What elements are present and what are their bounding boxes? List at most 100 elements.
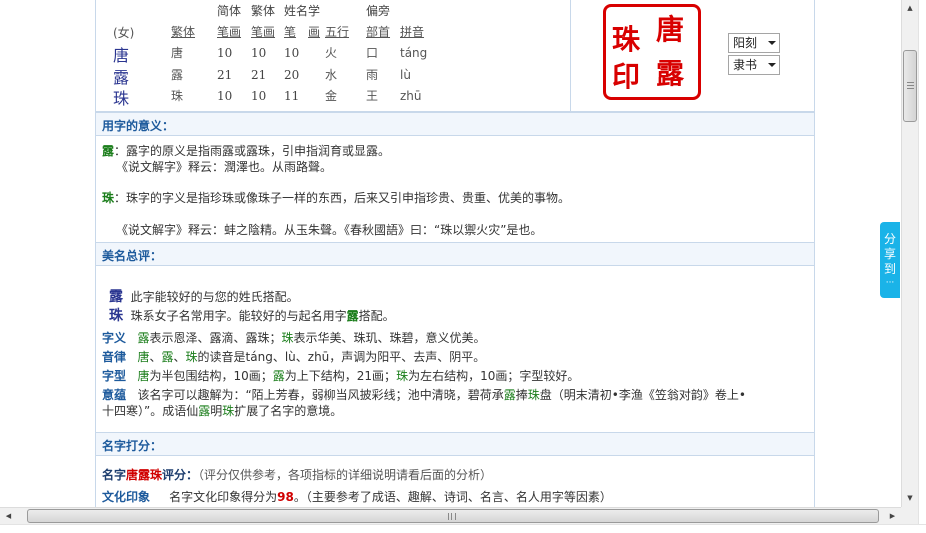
name-info-table: 简体 繁体 姓名学 偏旁 (女) 繁体 笔画 笔画 笔 画 五行 部首 拼音 唐… <box>96 0 814 112</box>
meaning-lu-line: 露：露字的原义是指雨露或露珠，引申指润育或显露。 <box>102 142 390 159</box>
review-ziyi-line: 字义 露表示恩泽、露滴、露珠；珠表示华美、珠玑、珠碧，意义优美。 <box>102 329 486 346</box>
review-section-header: 美名总评： <box>96 242 814 266</box>
carving-style-select[interactable]: 阳刻 <box>728 33 780 53</box>
meaning-zhu-text: ：珠字的字义是指珍珠或像珠子一样的东西，后来又引申指珍贵、贵重、优美的事物。 <box>114 191 571 205</box>
row-trad: 唐 <box>171 46 184 60</box>
col-xm-strokes-b: 画 <box>308 25 321 39</box>
col-pinyin: 拼音 <box>400 25 425 39</box>
row-pinyin: lù <box>400 68 411 82</box>
review-zixing-f: 为左右结构，10画；字型较好。 <box>408 369 580 383</box>
row-radical: 口 <box>366 46 379 60</box>
hl-char: 露 <box>137 331 150 345</box>
share-dots: ··· <box>885 278 895 288</box>
review-yinlv-d: 的读音是táng、lù、zhū，声调为阳平、去声、阴平。 <box>197 350 486 364</box>
row-simp-strokes: 10 <box>217 89 233 103</box>
col-xm-strokes-a: 笔 <box>284 25 297 39</box>
font-style-select[interactable]: 隶书 <box>728 55 780 75</box>
col-trad-strokes: 笔画 <box>251 25 276 39</box>
score-culture-pre: 名字文化印象得分为 <box>169 490 278 504</box>
header-simplified: 简体 <box>217 4 242 18</box>
header-traditional: 繁体 <box>251 4 276 18</box>
scroll-up-arrow-icon[interactable]: ▲ <box>902 0 918 17</box>
col-simp-strokes: 笔画 <box>217 25 242 39</box>
carving-style-value: 阳刻 <box>733 36 758 50</box>
review-yiyun-j: 扩展了名字的意境。 <box>234 404 343 418</box>
score-culture-line: 文化印象 名字文化印象得分为98。（主要参考了成语、趣解、诗词、名言、名人用字等… <box>102 488 612 505</box>
vertical-scroll-thumb[interactable] <box>903 50 917 122</box>
seal-char: 唐 <box>656 13 685 46</box>
row-pinyin: zhū <box>400 89 422 103</box>
row-trad-strokes: 10 <box>251 46 267 60</box>
row-simp-strokes: 10 <box>217 46 233 60</box>
review-zhu-line: 珠 珠系女子名常用字。能较好的与起名用字露搭配。 <box>109 305 395 325</box>
review-lu-text: 此字能较好的与您的姓氏搭配。 <box>130 290 299 304</box>
seal-char: 印 <box>612 60 641 93</box>
score-culture-label: 文化印象 <box>102 490 151 504</box>
chevron-down-icon <box>768 41 776 45</box>
vertical-scrollbar[interactable]: ▲ ▼ <box>901 0 918 507</box>
hl-char: 露 <box>198 404 211 418</box>
scroll-right-arrow-icon[interactable]: ▶ <box>884 508 901 525</box>
grip-icon <box>907 82 914 89</box>
row-wuxing: 火 <box>325 46 338 60</box>
review-zixing-line: 字型 唐为半包围结构，10画；露为上下结构，21画；珠为左右结构，10画；字型较… <box>102 367 579 384</box>
score-title-note: （评分仅供参考，各项指标的详细说明请看后面的分析） <box>198 468 493 482</box>
chevron-down-icon <box>768 63 776 67</box>
font-style-value: 隶书 <box>733 58 758 72</box>
meaning-zhu-char: 珠 <box>102 191 115 205</box>
scrollbar-corner <box>901 507 918 524</box>
hl-char: 唐 <box>137 369 150 383</box>
share-label: 分享到 <box>884 232 897 276</box>
name-seal-image: 唐 露 珠 印 <box>603 4 701 100</box>
review-lu-char: 露 <box>109 289 123 305</box>
meaning-lu-quote: 《说文解字》释云：潤澤也。从雨路聲。 <box>116 160 333 174</box>
hl-char: 露 <box>272 369 285 383</box>
score-culture-post: 。（主要参考了成语、趣解、诗词、名言、名人用字等因素） <box>293 490 612 504</box>
window-edge <box>918 0 926 533</box>
review-heading: 美名总评： <box>102 249 163 263</box>
review-yiyun-line: 意蕴 该名字可以趣解为：“陌上芳春，弱柳当风披彩线；池中清晓，碧荷承露捧珠盘（明… <box>102 386 746 403</box>
meaning-lu-text: ：露字的原义是指雨露或露珠，引申指润育或显露。 <box>114 144 391 158</box>
share-to-button[interactable]: 分享到 ··· <box>880 222 900 298</box>
horizontal-scrollbar[interactable]: ◀ ▶ <box>0 507 901 524</box>
row-xm-strokes: 20 <box>284 68 300 82</box>
sep: 、 <box>173 350 186 364</box>
review-ziyi-d: 表示华美、珠玑、珠碧，意义优美。 <box>293 331 486 345</box>
header-radical-top: 偏旁 <box>366 4 391 18</box>
score-culture-value: 98 <box>277 490 294 504</box>
review-yiyun-h: 明 <box>210 404 223 418</box>
score-title-pre: 名字 <box>102 468 127 482</box>
meaning-section-header: 用字的意义： <box>96 112 814 136</box>
col-traditional: 繁体 <box>171 25 196 39</box>
score-title-post: 评分： <box>162 468 199 482</box>
horizontal-scroll-thumb[interactable] <box>27 509 879 523</box>
scroll-down-arrow-icon[interactable]: ▼ <box>902 490 918 507</box>
seal-char: 珠 <box>612 23 641 56</box>
hl-char: 露 <box>503 388 516 402</box>
review-zixing-d: 为上下结构，21画； <box>284 369 397 383</box>
grip-icon <box>448 513 456 520</box>
scroll-left-arrow-icon[interactable]: ◀ <box>0 508 17 525</box>
score-title-line: 名字唐露珠评分：（评分仅供参考，各项指标的详细说明请看后面的分析） <box>102 466 492 483</box>
meaning-zhu-line: 珠：珠字的字义是指珍珠或像珠子一样的东西，后来又引申指珍贵、贵重、优美的事物。 <box>102 189 570 206</box>
row-wuxing: 水 <box>325 68 338 82</box>
review-yiyun-e: 盘（明末清初•李渔《笠翁对韵》卷上• <box>539 388 746 402</box>
row-radical: 王 <box>366 89 379 103</box>
meaning-zhu-quote: 《说文解字》释云：蚌之陰精。从玉朱聲。《春秋國語》曰：“珠以禦火灾”是也。 <box>116 223 543 237</box>
row-xm-strokes: 11 <box>284 89 300 103</box>
review-yiyun-a: 该名字可以趣解为：“陌上芳春，弱柳当风披彩线；池中清晓，碧荷承 <box>137 388 504 402</box>
review-yiyun-label: 意蕴 <box>102 388 127 402</box>
review-zhu-text: 珠系女子名常用字。能较好的与起名用字 <box>130 309 347 323</box>
row-simp-strokes: 21 <box>217 68 233 82</box>
name-analysis-panel: 简体 繁体 姓名学 偏旁 (女) 繁体 笔画 笔画 笔 画 五行 部首 拼音 唐… <box>95 0 815 507</box>
review-yiyun-f: 十四寒）”。成语仙 <box>102 404 199 418</box>
gender-tag: (女) <box>113 26 135 40</box>
hl-char: 珠 <box>222 404 235 418</box>
col-wuxing: 五行 <box>325 25 350 39</box>
score-heading: 名字打分： <box>102 439 163 453</box>
row-trad: 珠 <box>171 89 184 103</box>
row-radical: 雨 <box>366 68 379 82</box>
row-trad-strokes: 21 <box>251 68 267 82</box>
review-zhu-highlight: 露 <box>346 309 359 323</box>
review-yinlv-line: 音律 唐、露、珠的读音是táng、lù、zhū，声调为阳平、去声、阴平。 <box>102 348 485 365</box>
